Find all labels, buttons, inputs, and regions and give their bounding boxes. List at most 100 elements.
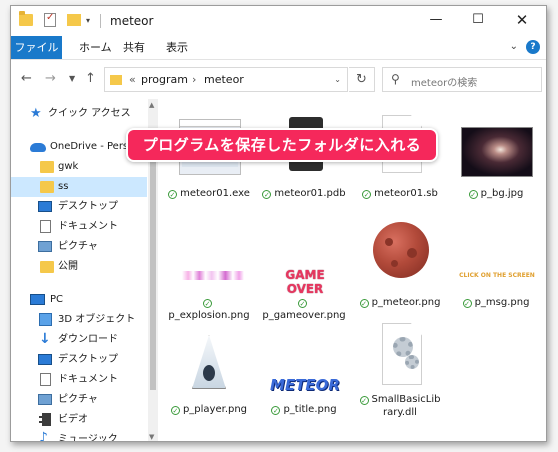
close-button[interactable]: ✕ [502,6,542,36]
up-button[interactable]: ↑ [85,71,96,86]
video-icon [39,413,51,426]
explorer-window: ▾ meteor — ☐ ✕ ファイル ホーム 共有 表示 ⌄ ? ← → ▼ … [10,5,547,442]
breadcrumb-overflow[interactable]: « [129,73,136,86]
music-icon: ♪ [39,430,48,442]
pictures-icon [38,241,52,252]
sidebar-item-pictures[interactable]: ピクチャ [11,237,147,257]
file-name: ✓ meteor01.exe [168,188,250,199]
sync-ok-icon: ✓ [362,190,372,199]
sidebar-item-videos[interactable]: ビデオ [11,410,147,430]
title-bar: ▾ meteor — ☐ ✕ [11,6,546,36]
file-name: ✓ p_title.png [271,404,337,415]
sidebar-item-downloads[interactable]: ↓ ダウンロード [11,330,147,350]
sync-ok-icon: ✓ [168,190,178,199]
file-tile-p-bg-jpg[interactable]: ✓ p_bg.jpg [451,107,541,207]
sync-ok-icon: ✓ [271,406,281,415]
folder-icon [40,261,54,273]
file-name: ✓ meteor01.pdb [262,188,346,199]
sidebar-item-3d-objects[interactable]: 3D オブジェクト [11,310,147,330]
sync-ok-icon: ✓ [468,190,478,199]
sync-ok-icon: ✓ [203,299,212,308]
sidebar-item-quick-access[interactable]: ★ クイック アクセス [11,104,147,124]
file-name: ✓ p_meteor.png [359,297,441,308]
minimize-button[interactable]: — [416,6,456,36]
file-tile-p-title-png[interactable]: METEOR ✓ p_title.png [259,323,349,423]
sync-ok-icon: ✓ [462,299,472,308]
instruction-callout: プログラムを保存したフォルダに入れる [126,128,438,162]
sidebar-item-pc[interactable]: PC [11,290,147,310]
pc-icon [30,294,45,305]
help-icon[interactable]: ? [526,40,540,54]
search-placeholder: meteorの検索 [411,78,478,89]
download-icon: ↓ [39,331,51,347]
sync-ok-icon: ✓ [359,299,369,308]
search-icon: ⚲ [391,72,400,86]
sync-ok-icon: ✓ [262,190,272,199]
file-thumbnail: GAME OVER [285,268,325,296]
file-name: ✓ p_player.png [170,404,248,415]
expand-ribbon-chevron-icon[interactable]: ⌄ [510,41,518,52]
tab-share[interactable]: 共有 [113,36,155,59]
3d-objects-icon [39,313,52,326]
file-tile-p-explosion-png[interactable]: ✓p_explosion.png [164,216,254,321]
search-box[interactable]: ⚲ meteorの検索 [382,67,542,92]
file-name: ✓p_explosion.png [168,299,250,321]
scroll-down-arrow-icon[interactable]: ▼ [149,433,154,441]
breadcrumb-program[interactable]: program [141,73,188,86]
sidebar-item-documents-2[interactable]: ドキュメント [11,370,147,390]
customize-toolbar-dropdown[interactable]: ▾ [86,16,94,25]
window-title: meteor [110,14,154,28]
sidebar-item-pictures-2[interactable]: ピクチャ [11,390,147,410]
file-tile-smallbasiclibrary-dll[interactable]: ✓ SmallBasicLib rary.dll [355,323,445,433]
pictures-icon [38,394,52,405]
sidebar-item-desktop-2[interactable]: デスクトップ [11,350,147,370]
sidebar-item-public[interactable]: 公開 [11,257,147,277]
sidebar-item-ss[interactable]: ss [11,177,147,197]
sidebar-item-music[interactable]: ♪ ミュージック [11,430,147,442]
folder-icon [110,75,122,85]
folder-icon [19,11,33,26]
file-tile-p-msg-png[interactable]: CLICK ON THE SCREEN ✓ p_msg.png [451,216,541,316]
document-icon [40,220,51,233]
document-icon [40,373,51,386]
ribbon-tabs: ファイル ホーム 共有 表示 ⌄ ? [11,36,546,60]
maximize-button[interactable]: ☐ [458,6,498,36]
file-tile-p-gameover-png[interactable]: GAME OVER ✓p_gameover.png [259,216,349,321]
address-bar[interactable]: « program › meteor ⌄ [104,67,348,92]
desktop-icon [38,201,52,212]
folder-icon [40,161,54,173]
star-icon: ★ [30,106,42,121]
address-dropdown-icon[interactable]: ⌄ [334,75,341,84]
navigation-bar: ← → ▼ ↑ « program › meteor ⌄ ↻ ⚲ meteorの… [11,61,546,97]
tab-view[interactable]: 表示 [156,36,198,59]
file-thumbnail [164,216,254,291]
breadcrumb-meteor[interactable]: meteor [204,73,244,86]
forward-button[interactable]: → [45,71,56,86]
refresh-button[interactable]: ↻ [349,67,375,92]
desktop-icon [38,354,52,365]
new-folder-icon[interactable] [67,14,81,26]
sidebar-item-desktop[interactable]: デスクトップ [11,197,147,217]
recent-locations-dropdown[interactable]: ▼ [69,74,75,83]
title-separator [100,14,101,28]
properties-icon[interactable] [44,12,56,27]
file-tile-p-meteor-png[interactable]: ✓ p_meteor.png [355,216,445,316]
file-name: ✓ SmallBasicLib rary.dll [359,394,441,418]
scroll-up-arrow-icon[interactable]: ▲ [149,101,154,109]
file-thumbnail: METEOR [270,376,340,394]
breadcrumb-separator: › [192,73,197,86]
file-tile-p-player-png[interactable]: ✓ p_player.png [164,323,254,423]
back-button[interactable]: ← [21,71,32,86]
file-thumbnail: CLICK ON THE SCREEN [459,272,535,279]
file-name: ✓ meteor01.sb [362,188,438,199]
scrollbar-thumb[interactable] [150,129,156,390]
file-name: ✓ p_msg.png [462,297,530,308]
sync-ok-icon: ✓ [359,396,369,405]
file-name: ✓ p_bg.jpg [468,188,524,199]
file-name: ✓p_gameover.png [262,299,346,321]
cloud-icon [30,143,46,152]
sync-ok-icon: ✓ [170,406,180,415]
tab-file[interactable]: ファイル [11,36,62,59]
sidebar-item-gwk[interactable]: gwk [11,157,147,177]
sidebar-item-documents[interactable]: ドキュメント [11,217,147,237]
